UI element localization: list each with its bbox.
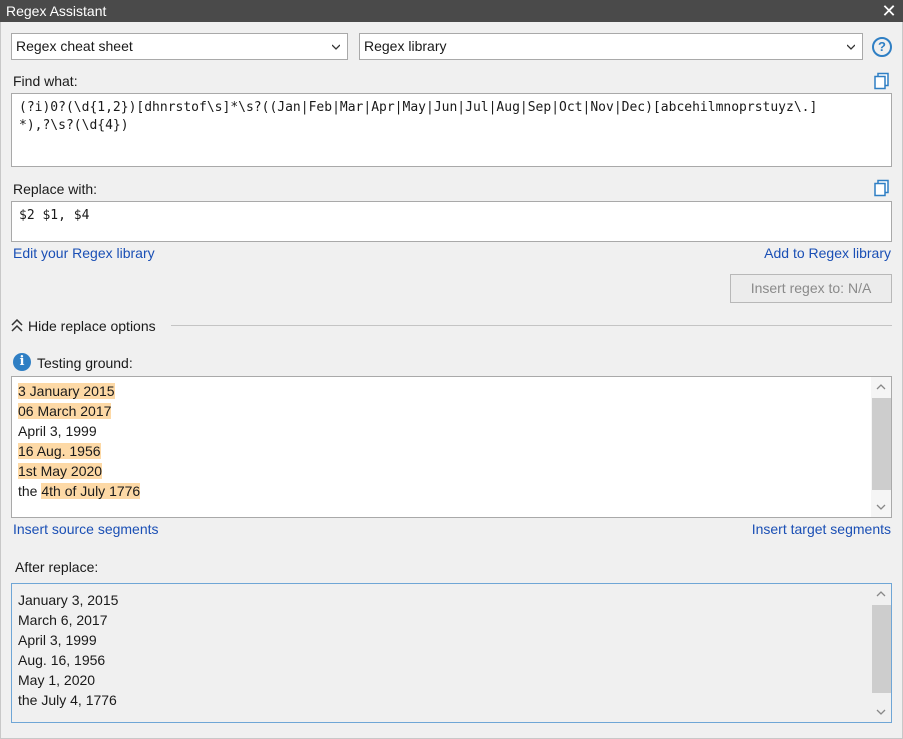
after-line: the July 4, 1776 xyxy=(18,692,117,708)
scroll-down-icon[interactable] xyxy=(871,497,891,517)
match-highlight: 16 Aug. 1956 xyxy=(18,443,101,459)
find-pattern-line-1: (?i)0?(\d{1,2})[dhnrstof\s]*\s?((Jan|Feb… xyxy=(19,100,818,115)
add-library-link[interactable]: Add to Regex library xyxy=(764,245,891,261)
after-line: March 6, 2017 xyxy=(18,612,108,628)
insert-source-link[interactable]: Insert source segments xyxy=(13,521,159,537)
edit-library-link[interactable]: Edit your Regex library xyxy=(13,245,155,261)
after-scrollbar[interactable] xyxy=(871,584,891,722)
find-what-input[interactable]: (?i)0?(\d{1,2})[dhnrstof\s]*\s?((Jan|Feb… xyxy=(11,93,892,167)
after-replace-output[interactable]: January 3, 2015 March 6, 2017 April 3, 1… xyxy=(11,583,892,723)
match-highlight: 4th of July 1776 xyxy=(41,483,141,499)
copy-icon[interactable] xyxy=(873,179,891,197)
replace-value: $2 $1, $4 xyxy=(19,208,90,223)
hide-replace-options[interactable]: Hide replace options xyxy=(28,318,156,334)
testing-line: 1st May 2020 xyxy=(18,461,140,481)
copy-icon[interactable] xyxy=(873,72,891,90)
testing-line: 3 January 2015 xyxy=(18,381,140,401)
scroll-down-icon[interactable] xyxy=(871,702,891,722)
title-bar: Regex Assistant ✕ xyxy=(0,0,903,22)
match-highlight: 1st May 2020 xyxy=(18,463,103,479)
chevron-up-icon[interactable] xyxy=(11,319,23,333)
info-icon: i xyxy=(13,353,31,371)
section-divider xyxy=(171,325,892,326)
after-replace-label: After replace: xyxy=(15,559,99,575)
replace-with-input[interactable]: $2 $1, $4 xyxy=(11,201,892,242)
testing-line: 16 Aug. 1956 xyxy=(18,441,140,461)
cheat-sheet-label: Regex cheat sheet xyxy=(16,38,133,54)
testing-ground-input[interactable]: 3 January 2015 06 March 2017 April 3, 19… xyxy=(11,376,892,518)
testing-line: April 3, 1999 xyxy=(18,423,97,439)
testing-lines: 3 January 2015 06 March 2017 April 3, 19… xyxy=(18,381,141,501)
testing-line: the 4th of July 1776 xyxy=(18,483,141,499)
insert-regex-button[interactable]: Insert regex to: N/A xyxy=(730,274,892,303)
scroll-thumb[interactable] xyxy=(872,398,891,490)
after-line: January 3, 2015 xyxy=(18,592,119,608)
testing-ground-label: Testing ground: xyxy=(37,355,133,371)
regex-library-dropdown[interactable]: Regex library xyxy=(359,33,863,60)
after-line: May 1, 2020 xyxy=(18,672,96,688)
chevron-down-icon xyxy=(847,44,855,50)
close-icon[interactable]: ✕ xyxy=(879,1,899,21)
insert-target-link[interactable]: Insert target segments xyxy=(752,521,891,537)
after-line: Aug. 16, 1956 xyxy=(18,652,106,668)
after-lines: January 3, 2015 March 6, 2017 April 3, 1… xyxy=(18,590,118,710)
scroll-thumb[interactable] xyxy=(872,605,891,693)
find-pattern-line-2: *),?\s?(\d{4}) xyxy=(19,118,129,133)
testing-scrollbar[interactable] xyxy=(871,377,891,517)
chevron-down-icon xyxy=(332,44,340,50)
match-highlight: 3 January 2015 xyxy=(18,383,115,399)
match-highlight: 06 March 2017 xyxy=(18,403,112,419)
scroll-up-icon[interactable] xyxy=(871,377,891,397)
help-icon[interactable]: ? xyxy=(872,37,892,57)
window-title: Regex Assistant xyxy=(6,3,107,19)
after-line: April 3, 1999 xyxy=(18,632,97,648)
scroll-up-icon[interactable] xyxy=(871,584,891,604)
testing-line: 06 March 2017 xyxy=(18,401,140,421)
regex-library-label: Regex library xyxy=(364,38,447,54)
find-what-label: Find what: xyxy=(13,73,78,89)
cheat-sheet-dropdown[interactable]: Regex cheat sheet xyxy=(11,33,348,60)
replace-with-label: Replace with: xyxy=(13,181,98,197)
